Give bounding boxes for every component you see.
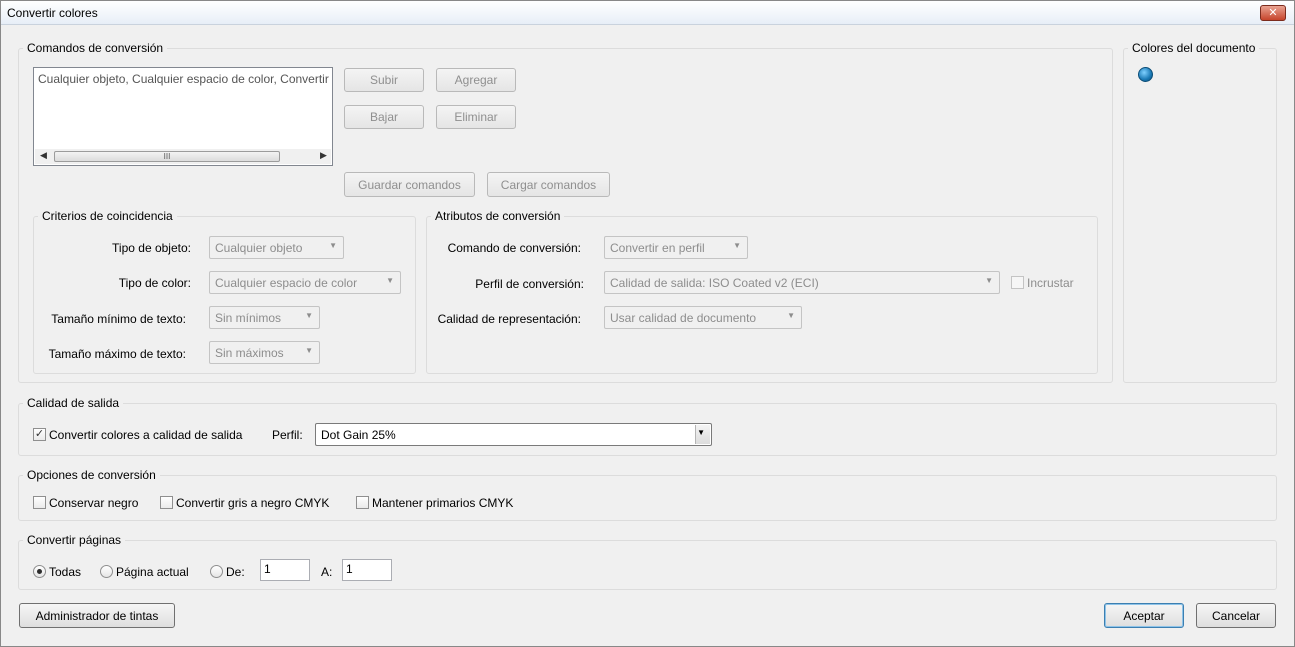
conversion-options-label: Opciones de conversión [23, 468, 160, 482]
min-text-size-value: Sin mínimos [215, 311, 282, 325]
rendering-intent-value: Usar calidad de documento [610, 311, 757, 325]
pages-range-radio[interactable] [210, 565, 223, 578]
output-profile-select[interactable]: Dot Gain 25% ▼ [315, 423, 712, 446]
pages-to-input[interactable]: 1 [342, 559, 392, 581]
max-text-size-label: Tamaño máximo de texto: [48, 347, 186, 361]
ink-manager-button[interactable]: Administrador de tintas [19, 603, 175, 628]
preserve-cmyk-primaries-label: Mantener primarios CMYK [372, 496, 514, 510]
conversion-command-value: Convertir en perfil [610, 241, 705, 255]
document-colors-label: Colores del documento [1128, 41, 1260, 55]
max-text-size-select[interactable]: Sin máximos ▼ [209, 341, 320, 364]
min-text-size-label: Tamaño mínimo de texto: [51, 312, 186, 326]
conversion-commands-list[interactable]: Cualquier objeto, Cualquier espacio de c… [33, 67, 333, 166]
convert-pages-group: Convertir páginas [18, 533, 1277, 590]
chevron-down-icon: ▼ [305, 346, 313, 355]
match-criteria-label: Criterios de coincidencia [38, 209, 177, 223]
chevron-down-icon: ▼ [697, 428, 705, 437]
chevron-down-icon: ▼ [787, 311, 795, 320]
color-type-select[interactable]: Cualquier espacio de color ▼ [209, 271, 401, 294]
move-down-button[interactable]: Bajar [344, 105, 424, 129]
preserve-black-label: Conservar negro [49, 496, 139, 510]
convert-to-output-checkbox[interactable]: ✓ [33, 428, 46, 441]
convert-to-output-label: Convertir colores a calidad de salida [49, 428, 243, 442]
scroll-left-icon[interactable]: ◀ [40, 150, 47, 161]
pages-all-label: Todas [49, 565, 82, 579]
chevron-down-icon: ▼ [985, 276, 993, 285]
scroll-grip-icon: III [163, 152, 171, 161]
load-commands-button[interactable]: Cargar comandos [487, 172, 610, 197]
pages-to-label: A: [321, 565, 333, 579]
chevron-down-icon: ▼ [329, 241, 337, 250]
list-horizontal-scrollbar[interactable]: ◀ III ▶ [35, 149, 331, 164]
save-commands-button[interactable]: Guardar comandos [344, 172, 475, 197]
conversion-command-select[interactable]: Convertir en perfil ▼ [604, 236, 748, 259]
min-text-size-select[interactable]: Sin mínimos ▼ [209, 306, 320, 329]
output-profile-value: Dot Gain 25% [321, 428, 396, 442]
embed-label: Incrustar [1027, 276, 1074, 290]
object-type-label: Tipo de objeto: [112, 241, 191, 255]
scroll-right-icon[interactable]: ▶ [320, 150, 327, 161]
close-icon: ✕ [1268, 7, 1278, 19]
window-title: Convertir colores [7, 6, 98, 20]
chevron-down-icon: ▼ [305, 311, 313, 320]
add-button[interactable]: Agregar [436, 68, 516, 92]
pages-current-radio[interactable] [100, 565, 113, 578]
preserve-black-checkbox[interactable] [33, 496, 46, 509]
color-type-label: Tipo de color: [118, 276, 191, 290]
conversion-attributes-group: Atributos de conversión [426, 209, 1098, 374]
rendering-intent-select[interactable]: Usar calidad de documento ▼ [604, 306, 802, 329]
pages-from-input[interactable]: 1 [260, 559, 310, 581]
output-profile-label: Perfil: [272, 428, 303, 442]
color-type-value: Cualquier espacio de color [215, 276, 358, 290]
list-item[interactable]: Cualquier objeto, Cualquier espacio de c… [38, 72, 330, 86]
document-color-swatch[interactable] [1138, 67, 1153, 82]
conversion-profile-label: Perfil de conversión: [475, 277, 584, 291]
output-intent-label: Calidad de salida [23, 396, 124, 410]
move-up-button[interactable]: Subir [344, 68, 424, 92]
chevron-down-icon: ▼ [386, 276, 394, 285]
gray-to-cmyk-black-checkbox[interactable] [160, 496, 173, 509]
conversion-profile-value: Calidad de salida: ISO Coated v2 (ECI) [610, 276, 819, 290]
pages-from-label: De: [226, 565, 245, 579]
conversion-profile-select[interactable]: Calidad de salida: ISO Coated v2 (ECI) ▼ [604, 271, 1000, 294]
preserve-cmyk-primaries-checkbox[interactable] [356, 496, 369, 509]
embed-checkbox[interactable] [1011, 276, 1024, 289]
object-type-value: Cualquier objeto [215, 241, 303, 255]
scroll-thumb[interactable]: III [54, 151, 280, 162]
conversion-command-label: Comando de conversión: [447, 241, 581, 255]
title-bar: Convertir colores ✕ [1, 1, 1294, 25]
max-text-size-value: Sin máximos [215, 346, 284, 360]
convert-pages-label: Convertir páginas [23, 533, 126, 547]
pages-all-radio[interactable] [33, 565, 46, 578]
delete-button[interactable]: Eliminar [436, 105, 516, 129]
ok-button[interactable]: Aceptar [1104, 603, 1184, 628]
pages-current-label: Página actual [116, 565, 189, 579]
chevron-down-icon: ▼ [733, 241, 741, 250]
conversion-attributes-label: Atributos de conversión [431, 209, 565, 223]
document-colors-group: Colores del documento [1123, 41, 1277, 383]
gray-to-cmyk-black-label: Convertir gris a negro CMYK [176, 496, 330, 510]
conversion-commands-label: Comandos de conversión [23, 41, 168, 55]
close-button[interactable]: ✕ [1260, 5, 1286, 21]
cancel-button[interactable]: Cancelar [1196, 603, 1276, 628]
object-type-select[interactable]: Cualquier objeto ▼ [209, 236, 344, 259]
rendering-intent-label: Calidad de representación: [437, 312, 581, 326]
